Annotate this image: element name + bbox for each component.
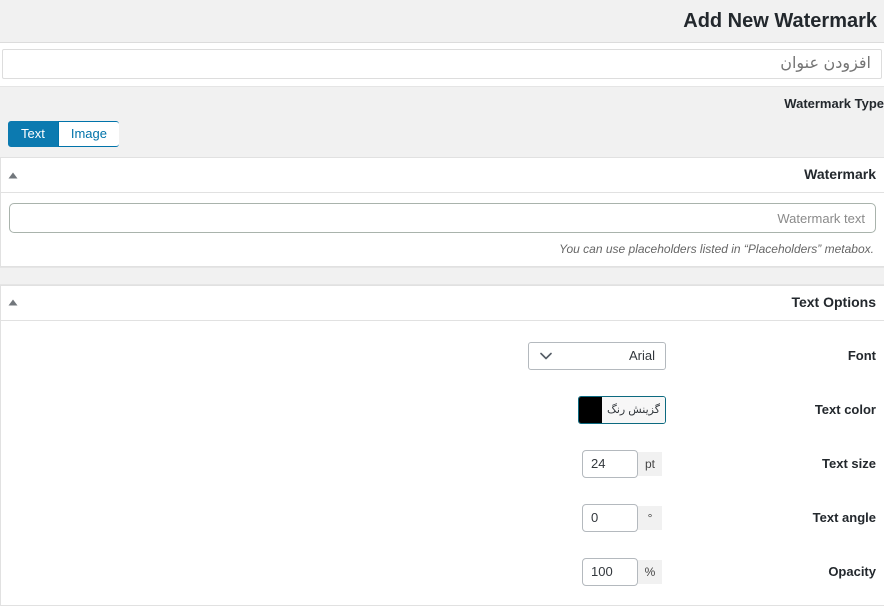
opacity-field: % <box>9 557 666 586</box>
font-select-value: Arial <box>628 348 655 364</box>
watermark-text-input[interactable] <box>9 203 876 233</box>
text-options-metabox-body: Font Arial Text color گزینش رنگ Text siz… <box>1 320 884 605</box>
option-row-font: Font Arial <box>9 329 876 383</box>
metabox-separator <box>0 266 884 285</box>
watermark-type-label: Watermark Type <box>784 96 884 111</box>
text-angle-label: Text angle <box>812 509 876 525</box>
watermark-metabox-title: Watermark <box>804 166 876 183</box>
font-field: Arial <box>9 341 666 370</box>
opacity-unit: % <box>638 559 662 584</box>
text-size-unit: pt <box>638 451 662 476</box>
opacity-input-group: % <box>582 557 666 586</box>
text-color-field: گزینش رنگ <box>9 395 666 424</box>
watermark-metabox: Watermark .You can use placeholders list… <box>0 157 884 267</box>
watermark-text-description: .You can use placeholders listed in “Pla… <box>559 242 874 256</box>
text-angle-field: ° <box>9 503 666 532</box>
text-size-input[interactable] <box>582 449 638 478</box>
font-select-wrap: Arial <box>528 341 666 370</box>
option-row-text-angle: Text angle ° <box>9 491 876 545</box>
page-title: Add New Watermark <box>683 10 877 32</box>
text-angle-unit: ° <box>638 505 662 530</box>
text-size-input-group: pt <box>582 449 666 478</box>
font-label: Font <box>847 347 876 363</box>
watermark-type-text-button[interactable]: Text <box>8 121 58 147</box>
text-options-metabox-header: Text Options <box>1 285 884 321</box>
font-select[interactable]: Arial <box>528 341 666 370</box>
watermark-text-row <box>9 201 876 235</box>
color-picker-button[interactable]: گزینش رنگ <box>602 396 665 423</box>
option-row-text-color: Text color گزینش رنگ <box>9 383 876 437</box>
watermark-metabox-body: .You can use placeholders listed in “Pla… <box>1 193 884 266</box>
text-color-label: Text color <box>814 401 876 417</box>
watermark-type-section: Watermark Type Text Image <box>0 86 884 157</box>
triangle-up-icon[interactable] <box>3 165 23 185</box>
opacity-label: Opacity <box>828 563 876 579</box>
chevron-down-icon <box>539 349 553 363</box>
opacity-input[interactable] <box>582 557 638 586</box>
text-size-field: pt <box>9 449 666 478</box>
option-row-opacity: Opacity % <box>9 545 876 599</box>
text-size-label: Text size <box>822 455 876 471</box>
title-field-wrap <box>0 43 884 86</box>
text-angle-input-group: ° <box>582 503 666 532</box>
triangle-up-icon[interactable] <box>3 293 23 313</box>
watermark-type-image-button[interactable]: Image <box>57 121 119 147</box>
color-picker[interactable]: گزینش رنگ <box>578 395 666 424</box>
text-options-metabox: Text Options Font Arial Text color گزینش… <box>0 284 884 606</box>
watermark-type-button-group: Text Image <box>4 121 884 147</box>
page-header: Add New Watermark <box>0 0 884 43</box>
post-title-input[interactable] <box>2 49 882 79</box>
text-angle-input[interactable] <box>582 503 638 532</box>
color-swatch[interactable] <box>579 396 602 423</box>
text-options-metabox-title: Text Options <box>791 294 876 310</box>
watermark-metabox-header: Watermark <box>1 158 884 193</box>
option-row-text-size: Text size pt <box>9 437 876 491</box>
